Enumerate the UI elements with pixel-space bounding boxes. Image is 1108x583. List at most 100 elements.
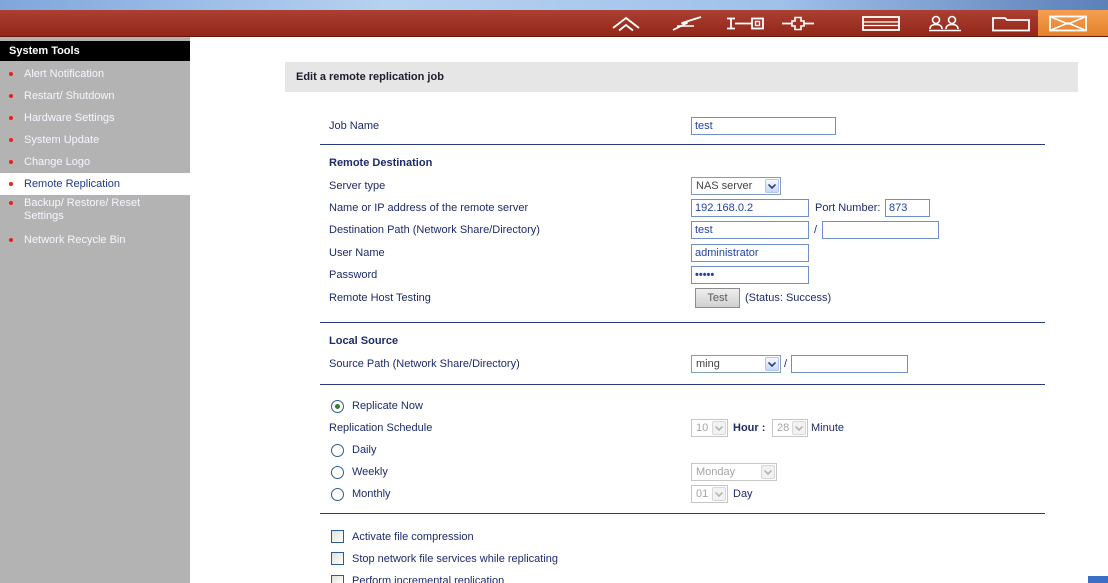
chevron-down-icon <box>761 465 775 479</box>
folder-icon[interactable] <box>992 15 1030 32</box>
section-divider <box>320 144 1045 145</box>
file-compression-checkbox[interactable] <box>331 530 344 543</box>
destination-path-label: Destination Path (Network Share/Director… <box>329 224 540 236</box>
test-button[interactable]: Test <box>695 288 740 308</box>
destination-directory-input[interactable] <box>822 221 939 239</box>
sidebar-item-label: Hardware Settings <box>24 112 115 124</box>
page-header: Edit a remote replication job <box>285 62 1078 92</box>
sidebar-item-hardware-settings[interactable]: Hardware Settings <box>0 107 190 129</box>
panel-icon[interactable] <box>862 15 900 32</box>
password-input[interactable]: ••••• <box>691 266 809 284</box>
stop-services-label: Stop network file services while replica… <box>352 553 559 565</box>
server-address-label: Name or IP address of the remote server <box>329 202 529 214</box>
server-type-label: Server type <box>329 180 386 192</box>
sidebar-title: System Tools <box>0 41 190 61</box>
sidebar-item-label: Network Recycle Bin <box>24 234 126 246</box>
sidebar-item-label: Alert Notification <box>24 68 105 80</box>
section-divider <box>320 384 1045 385</box>
source-share-value: ming <box>696 358 720 370</box>
stop-services-checkbox[interactable] <box>331 552 344 565</box>
replicate-now-label: Replicate Now <box>352 400 423 412</box>
incremental-replication-label: Perform incremental replication <box>352 575 505 583</box>
daily-radio[interactable] <box>331 444 344 457</box>
flash-icon[interactable] <box>670 15 704 32</box>
section-divider <box>320 513 1045 514</box>
sidebar-item-change-logo[interactable]: Change Logo <box>0 151 190 173</box>
user-name-label: User Name <box>329 247 385 259</box>
remote-host-testing-label: Remote Host Testing <box>329 292 431 304</box>
sidebar-item-label: Backup/ Restore/ Reset Settings <box>24 197 141 222</box>
sidebar-item-network-recycle-bin[interactable]: Network Recycle Bin <box>0 229 190 251</box>
hour-label: Hour : <box>733 422 766 434</box>
sidebar-item-label: Change Logo <box>24 156 91 168</box>
user-name-input[interactable] <box>691 244 809 262</box>
top-banner-strip <box>0 0 1108 10</box>
weekday-select[interactable]: Monday <box>691 463 777 481</box>
chevron-down-icon <box>765 179 779 193</box>
sidebar-item-restart-shutdown[interactable]: Restart/ Shutdown <box>0 85 190 107</box>
monthly-radio[interactable] <box>331 488 344 501</box>
weekly-label: Weekly <box>352 466 388 478</box>
home-icon[interactable] <box>611 15 641 32</box>
sidebar-item-label: Remote Replication <box>24 178 120 190</box>
remote-destination-heading: Remote Destination <box>329 157 433 169</box>
chevron-down-icon <box>765 357 779 371</box>
destination-share-input[interactable] <box>691 221 809 239</box>
sidebar-item-label: System Update <box>24 134 100 146</box>
test-status-text: (Status: Success) <box>745 292 832 304</box>
minute-value: 28 <box>777 422 790 434</box>
daily-label: Daily <box>352 444 377 456</box>
job-name-label: Job Name <box>329 120 380 132</box>
replicate-now-radio[interactable] <box>331 400 344 413</box>
job-name-input[interactable] <box>691 117 836 135</box>
day-label: Day <box>733 488 753 500</box>
bullet-icon <box>9 201 13 205</box>
bullet-icon <box>9 182 13 186</box>
mail-icon[interactable] <box>1049 15 1087 32</box>
weekly-radio[interactable] <box>331 466 344 479</box>
bullet-icon <box>9 72 13 76</box>
port-number-input[interactable] <box>885 199 930 217</box>
server-type-select[interactable]: NAS server <box>691 177 781 195</box>
chevron-down-icon <box>792 421 806 435</box>
sidebar-item-alert-notification[interactable]: Alert Notification <box>0 63 190 85</box>
hour-select[interactable]: 10 <box>691 419 728 437</box>
page-title: Edit a remote replication job <box>296 71 444 83</box>
local-source-heading: Local Source <box>329 335 399 347</box>
day-value: 01 <box>696 488 709 500</box>
monthly-label: Monthly <box>352 488 391 500</box>
minute-select[interactable]: 28 <box>772 419 808 437</box>
password-label: Password <box>329 269 378 281</box>
chevron-down-icon <box>712 421 726 435</box>
section-divider <box>320 322 1045 323</box>
bullet-icon <box>9 160 13 164</box>
minute-label: Minute <box>811 422 845 434</box>
hour-value: 10 <box>696 422 709 434</box>
source-share-select[interactable]: ming <box>691 355 781 373</box>
port-number-label: Port Number: <box>815 202 881 214</box>
sidebar-item-system-update[interactable]: System Update <box>0 129 190 151</box>
sidebar-item-label: Restart/ Shutdown <box>24 90 115 102</box>
server-address-input[interactable] <box>691 199 809 217</box>
source-directory-input[interactable] <box>791 355 908 373</box>
sidebar-item-backup-restore-reset[interactable]: Backup/ Restore/ Reset Settings <box>0 195 190 229</box>
chevron-down-icon <box>712 487 726 501</box>
users-icon[interactable] <box>928 15 962 32</box>
server-type-value: NAS server <box>696 180 753 192</box>
bullet-icon <box>9 138 13 142</box>
bullet-icon <box>9 238 13 242</box>
day-select[interactable]: 01 <box>691 485 728 503</box>
sidebar: System Tools Alert Notification Restart/… <box>0 37 190 583</box>
plus-icon[interactable] <box>781 15 815 32</box>
path-separator: / <box>784 358 788 370</box>
path-separator: / <box>814 224 818 236</box>
source-path-label: Source Path (Network Share/Directory) <box>329 358 520 370</box>
sidebar-menu: Alert Notification Restart/ Shutdown Har… <box>0 63 190 251</box>
bullet-icon <box>9 94 13 98</box>
bullet-icon <box>9 116 13 120</box>
scrollbar-corner[interactable] <box>1088 576 1108 583</box>
replication-schedule-label: Replication Schedule <box>329 422 433 434</box>
network-icon[interactable] <box>725 15 765 32</box>
incremental-replication-checkbox[interactable] <box>331 575 344 583</box>
sidebar-item-remote-replication[interactable]: Remote Replication <box>0 173 190 195</box>
